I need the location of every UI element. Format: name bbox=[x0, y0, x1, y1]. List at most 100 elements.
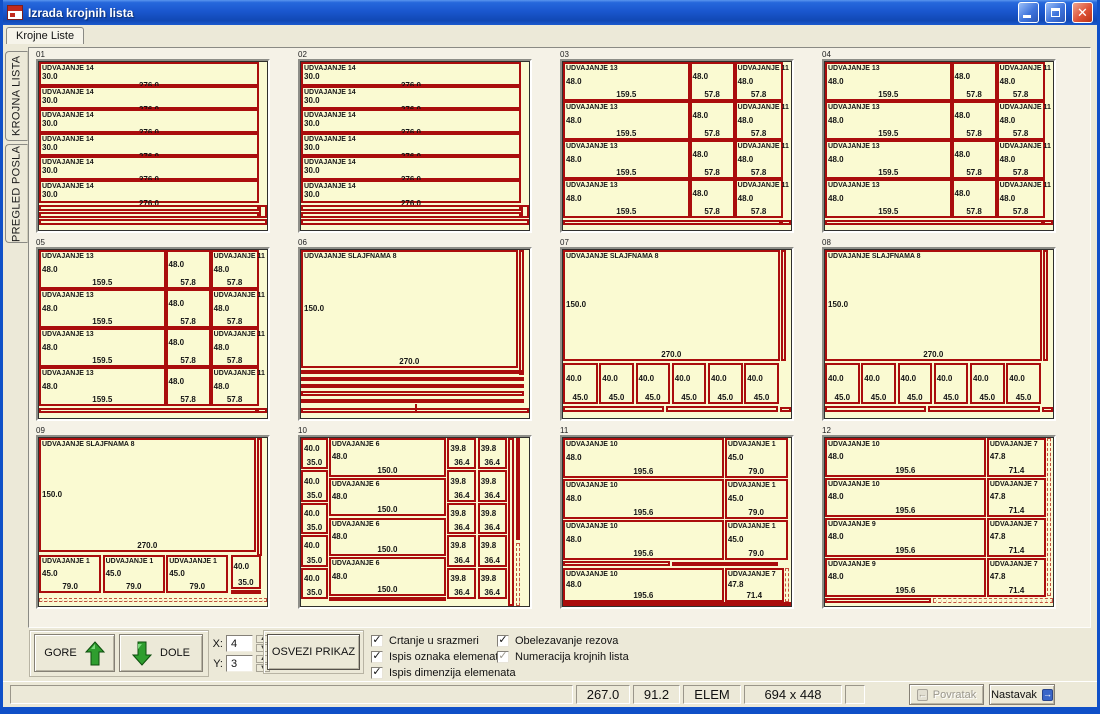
cut-piece bbox=[301, 399, 524, 403]
cut-piece bbox=[301, 212, 521, 218]
checkbox-crtanje-u-srazmeri[interactable]: ✓Crtanje u srazmeri bbox=[371, 634, 516, 647]
cut-piece: UDVAJANJE 747.871.4 bbox=[987, 478, 1046, 517]
cutting-sheet: 40.035.040.035.040.035.040.035.040.035.0… bbox=[300, 437, 530, 607]
cut-piece bbox=[259, 205, 267, 218]
cut-piece bbox=[563, 406, 664, 411]
cut-piece: UDVAJANJE 145.079.0 bbox=[39, 555, 101, 594]
checkbox-label: Ispis dimenzija elemenata bbox=[389, 667, 516, 679]
check-col-2: ✓Obelezavanje rezova✓ Numeracija krojnih … bbox=[497, 634, 629, 663]
cut-piece: 48.057.8 bbox=[166, 328, 211, 367]
side-tab-pregled-posla[interactable]: PREGLED POSLA bbox=[5, 144, 28, 243]
cut-piece bbox=[1043, 220, 1053, 226]
cut-piece: UDVAJANJE 1148.057.8 bbox=[997, 62, 1045, 101]
checkbox-box[interactable]: ✓ bbox=[371, 651, 383, 663]
cut-piece bbox=[39, 598, 267, 603]
checkbox-box[interactable]: ✓ bbox=[371, 667, 383, 679]
cut-piece bbox=[1043, 250, 1048, 361]
minimize-button[interactable] bbox=[1018, 2, 1039, 23]
y-input[interactable]: 3 bbox=[226, 655, 253, 672]
cut-piece bbox=[781, 250, 786, 361]
cut-piece: 40.035.0 bbox=[301, 438, 328, 469]
cut-piece bbox=[825, 220, 1043, 226]
osvezi-prikaz-button[interactable]: OSVEZI PRIKAZ bbox=[267, 634, 360, 670]
x-spinner-row: X: 4 ▲ ▼ bbox=[211, 635, 270, 652]
maximize-button[interactable] bbox=[1045, 2, 1066, 23]
cut-piece: 40.045.0 bbox=[708, 363, 743, 404]
close-button[interactable]: ✕ bbox=[1072, 2, 1093, 23]
cut-piece: UDVAJANJE 1148.057.8 bbox=[735, 140, 783, 179]
cut-piece: UDVAJANJE 1430.0276.0 bbox=[301, 109, 521, 133]
cut-piece: UDVAJANJE 1430.0276.0 bbox=[301, 62, 521, 86]
cut-piece: 48.057.8 bbox=[690, 179, 735, 218]
cut-piece bbox=[666, 406, 778, 411]
cut-piece: UDVAJANJE 1148.057.8 bbox=[735, 179, 783, 218]
cut-piece: 48.057.8 bbox=[166, 367, 211, 406]
tabstrip: Krojne Liste bbox=[3, 25, 1097, 45]
nastavak-button[interactable]: Nastavak → bbox=[989, 684, 1055, 705]
cut-piece bbox=[672, 562, 779, 566]
cut-piece bbox=[231, 590, 262, 594]
cutting-sheet: UDVAJANJE SLAJFNAMA 8150.0270.040.045.04… bbox=[824, 249, 1054, 419]
cut-piece bbox=[301, 384, 524, 388]
x-input[interactable]: 4 bbox=[226, 635, 253, 652]
cut-piece: UDVAJANJE 648.0150.0 bbox=[329, 518, 446, 557]
cut-piece: UDVAJANJE 747.871.4 bbox=[987, 518, 1046, 557]
checkbox-obelezavanje-rezova[interactable]: ✓Obelezavanje rezova bbox=[497, 634, 629, 647]
sheet-slot: 08UDVAJANJE SLAJFNAMA 8150.0270.040.045.… bbox=[822, 247, 1056, 421]
sheet-slot: 11UDVAJANJE 1048.0195.6UDVAJANJE 145.079… bbox=[560, 435, 794, 609]
cut-piece: 39.836.4 bbox=[447, 503, 476, 534]
check-col-1: ✓Crtanje u srazmeri✓Ispis oznaka elemena… bbox=[371, 634, 516, 679]
cut-piece bbox=[519, 250, 524, 375]
checkbox-ispis-oznaka-elemenata[interactable]: ✓ Ispis oznaka elemenata bbox=[371, 650, 516, 663]
sheet-slot: 05UDVAJANJE 1348.0159.548.057.8UDVAJANJE… bbox=[36, 247, 270, 421]
cut-piece: UDVAJANJE 145.079.0 bbox=[166, 555, 228, 594]
gore-button[interactable]: GORE bbox=[34, 634, 115, 672]
checkbox-label: Numeracija krojnih lista bbox=[515, 651, 629, 663]
cut-piece bbox=[521, 205, 529, 218]
cut-piece: UDVAJANJE 1430.0276.0 bbox=[39, 156, 259, 180]
side-tab-krojna-lista[interactable]: KROJNA LISTA bbox=[5, 51, 28, 141]
cut-piece: 40.045.0 bbox=[934, 363, 969, 404]
app-window: Izrada krojnih lista ✕ Krojne Liste KROJ… bbox=[0, 0, 1100, 714]
sheet-number: 01 bbox=[36, 50, 45, 59]
checkbox-ispis-dimenzija-elemenata[interactable]: ✓ Ispis dimenzija elemenata bbox=[371, 666, 516, 679]
y-spinner-row: Y: 3 ▲ ▼ bbox=[211, 655, 270, 672]
cut-piece bbox=[785, 568, 790, 602]
cut-piece: UDVAJANJE 1148.057.8 bbox=[211, 289, 259, 328]
tab-krojne-liste[interactable]: Krojne Liste bbox=[6, 27, 84, 44]
cut-piece: 48.057.8 bbox=[690, 140, 735, 179]
sheet-number: 05 bbox=[36, 238, 45, 247]
cut-piece: UDVAJANJE 1430.0276.0 bbox=[39, 180, 259, 204]
side-tabs: KROJNA LISTA PREGLED POSLA bbox=[5, 51, 28, 243]
cut-piece: UDVAJANJE 1348.0159.5 bbox=[825, 179, 952, 218]
dole-button[interactable]: DOLE bbox=[119, 634, 203, 672]
cut-piece: UDVAJANJE 1348.0159.5 bbox=[825, 140, 952, 179]
sheet-number: 11 bbox=[560, 426, 568, 435]
cut-piece: UDVAJANJE 1348.0159.5 bbox=[563, 179, 690, 218]
up-arrow-icon bbox=[85, 641, 105, 666]
cut-piece bbox=[1047, 438, 1051, 596]
cut-piece: 40.035.0 bbox=[301, 503, 328, 534]
cut-piece: 48.057.8 bbox=[166, 289, 211, 328]
sheet-slot: 04UDVAJANJE 1348.0159.548.057.8UDVAJANJE… bbox=[822, 59, 1056, 233]
cut-piece: 40.045.0 bbox=[744, 363, 779, 404]
cut-piece bbox=[780, 407, 791, 411]
checkbox-box[interactable]: ✓ bbox=[371, 635, 383, 647]
status-cell-elem: ELEM bbox=[683, 685, 741, 704]
cut-piece: UDVAJANJE 1430.0276.0 bbox=[301, 156, 521, 180]
cut-piece: UDVAJANJE 1430.0276.0 bbox=[301, 180, 521, 204]
status-cell-empty bbox=[10, 685, 573, 704]
cut-piece: UDVAJANJE SLAJFNAMA 8150.0270.0 bbox=[301, 250, 518, 368]
cutting-sheet: UDVAJANJE 1048.0195.6UDVAJANJE 145.079.0… bbox=[562, 437, 792, 607]
cut-piece bbox=[781, 220, 791, 226]
checkbox-box[interactable]: ✓ bbox=[497, 635, 509, 647]
toolbar: GORE DOLE X: 4 ▲ ▼ Y: 3 ▲ bbox=[3, 629, 1097, 681]
cut-piece: UDVAJANJE 1348.0159.5 bbox=[563, 101, 690, 140]
status-cell-small bbox=[845, 685, 865, 704]
cut-piece: UDVAJANJE 145.079.0 bbox=[103, 555, 165, 594]
checkbox-label: Ispis oznaka elemenata bbox=[389, 651, 505, 663]
cut-piece: 39.836.4 bbox=[478, 470, 507, 501]
cut-piece: UDVAJANJE 1430.0276.0 bbox=[39, 62, 259, 86]
cut-piece bbox=[329, 597, 446, 601]
cut-piece: 39.836.4 bbox=[447, 470, 476, 501]
